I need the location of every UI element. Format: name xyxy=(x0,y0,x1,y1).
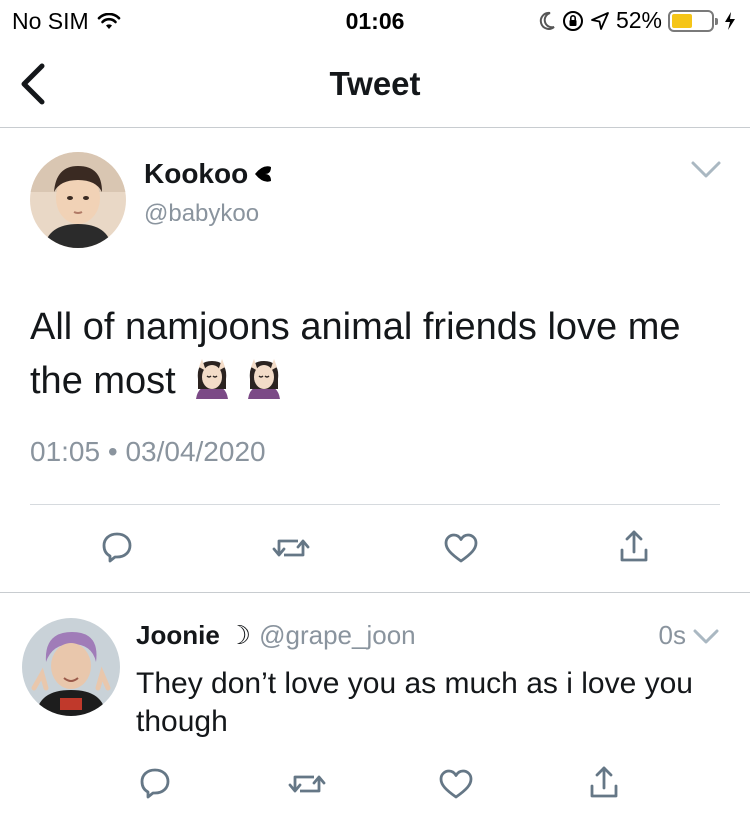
charging-bolt-icon xyxy=(725,11,735,30)
reply-author-avatar[interactable] xyxy=(22,618,120,716)
battery-percent: 52% xyxy=(615,7,662,33)
page-title: Tweet xyxy=(329,65,421,102)
retweet-icon[interactable] xyxy=(288,768,326,800)
like-icon[interactable] xyxy=(443,532,479,564)
reply-icon[interactable] xyxy=(100,530,134,564)
reply-timestamp: 0s xyxy=(658,620,686,650)
orientation-lock-icon xyxy=(562,10,583,31)
author-avatar[interactable] xyxy=(30,152,126,248)
status-bar: No SIM 01:06 52% xyxy=(0,0,750,42)
share-icon[interactable] xyxy=(618,528,650,564)
location-arrow-icon xyxy=(591,11,609,30)
reply-author-suffix: ☽ xyxy=(227,620,252,650)
tweet-time: 01:05 xyxy=(30,436,101,467)
meta-separator: • xyxy=(107,436,118,467)
status-right: 52% xyxy=(538,7,736,34)
moon-icon xyxy=(539,11,555,30)
tweet-date: 03/04/2020 xyxy=(125,436,266,467)
reply-author-handle[interactable]: @grape_joon xyxy=(259,620,416,651)
author-name[interactable]: Kookoo xyxy=(144,158,274,190)
divider xyxy=(0,592,750,593)
battery-icon xyxy=(668,9,718,32)
chevron-down-icon[interactable] xyxy=(692,628,720,646)
chevron-down-icon[interactable] xyxy=(690,160,722,180)
share-icon[interactable] xyxy=(588,764,620,800)
bunny-ears-face-emoji xyxy=(196,359,229,399)
reply-text: They don’t love you as much as i love yo… xyxy=(136,667,693,738)
like-icon[interactable] xyxy=(438,768,474,800)
battery-fill xyxy=(672,13,692,28)
author-name-text: Kookoo xyxy=(144,158,249,189)
black-heart-icon xyxy=(255,166,272,182)
reply-icon[interactable] xyxy=(138,766,172,800)
nav-bar: Tweet xyxy=(0,42,750,128)
tweet-text: All of namjoons animal friends love me t… xyxy=(30,300,720,408)
author-handle[interactable]: @babykoo xyxy=(144,200,259,228)
divider xyxy=(30,504,720,505)
tweet-text-content: All of namjoons animal friends love me t… xyxy=(30,306,681,402)
reply-author-name[interactable]: Joonie xyxy=(136,620,220,651)
retweet-icon[interactable] xyxy=(272,532,310,564)
tweet-timestamp: 01:05 • 03/04/2020 xyxy=(30,436,266,468)
bunny-ears-face-emoji xyxy=(248,359,281,399)
reply-header: Joonie ☽ @grape_joon xyxy=(136,620,416,651)
